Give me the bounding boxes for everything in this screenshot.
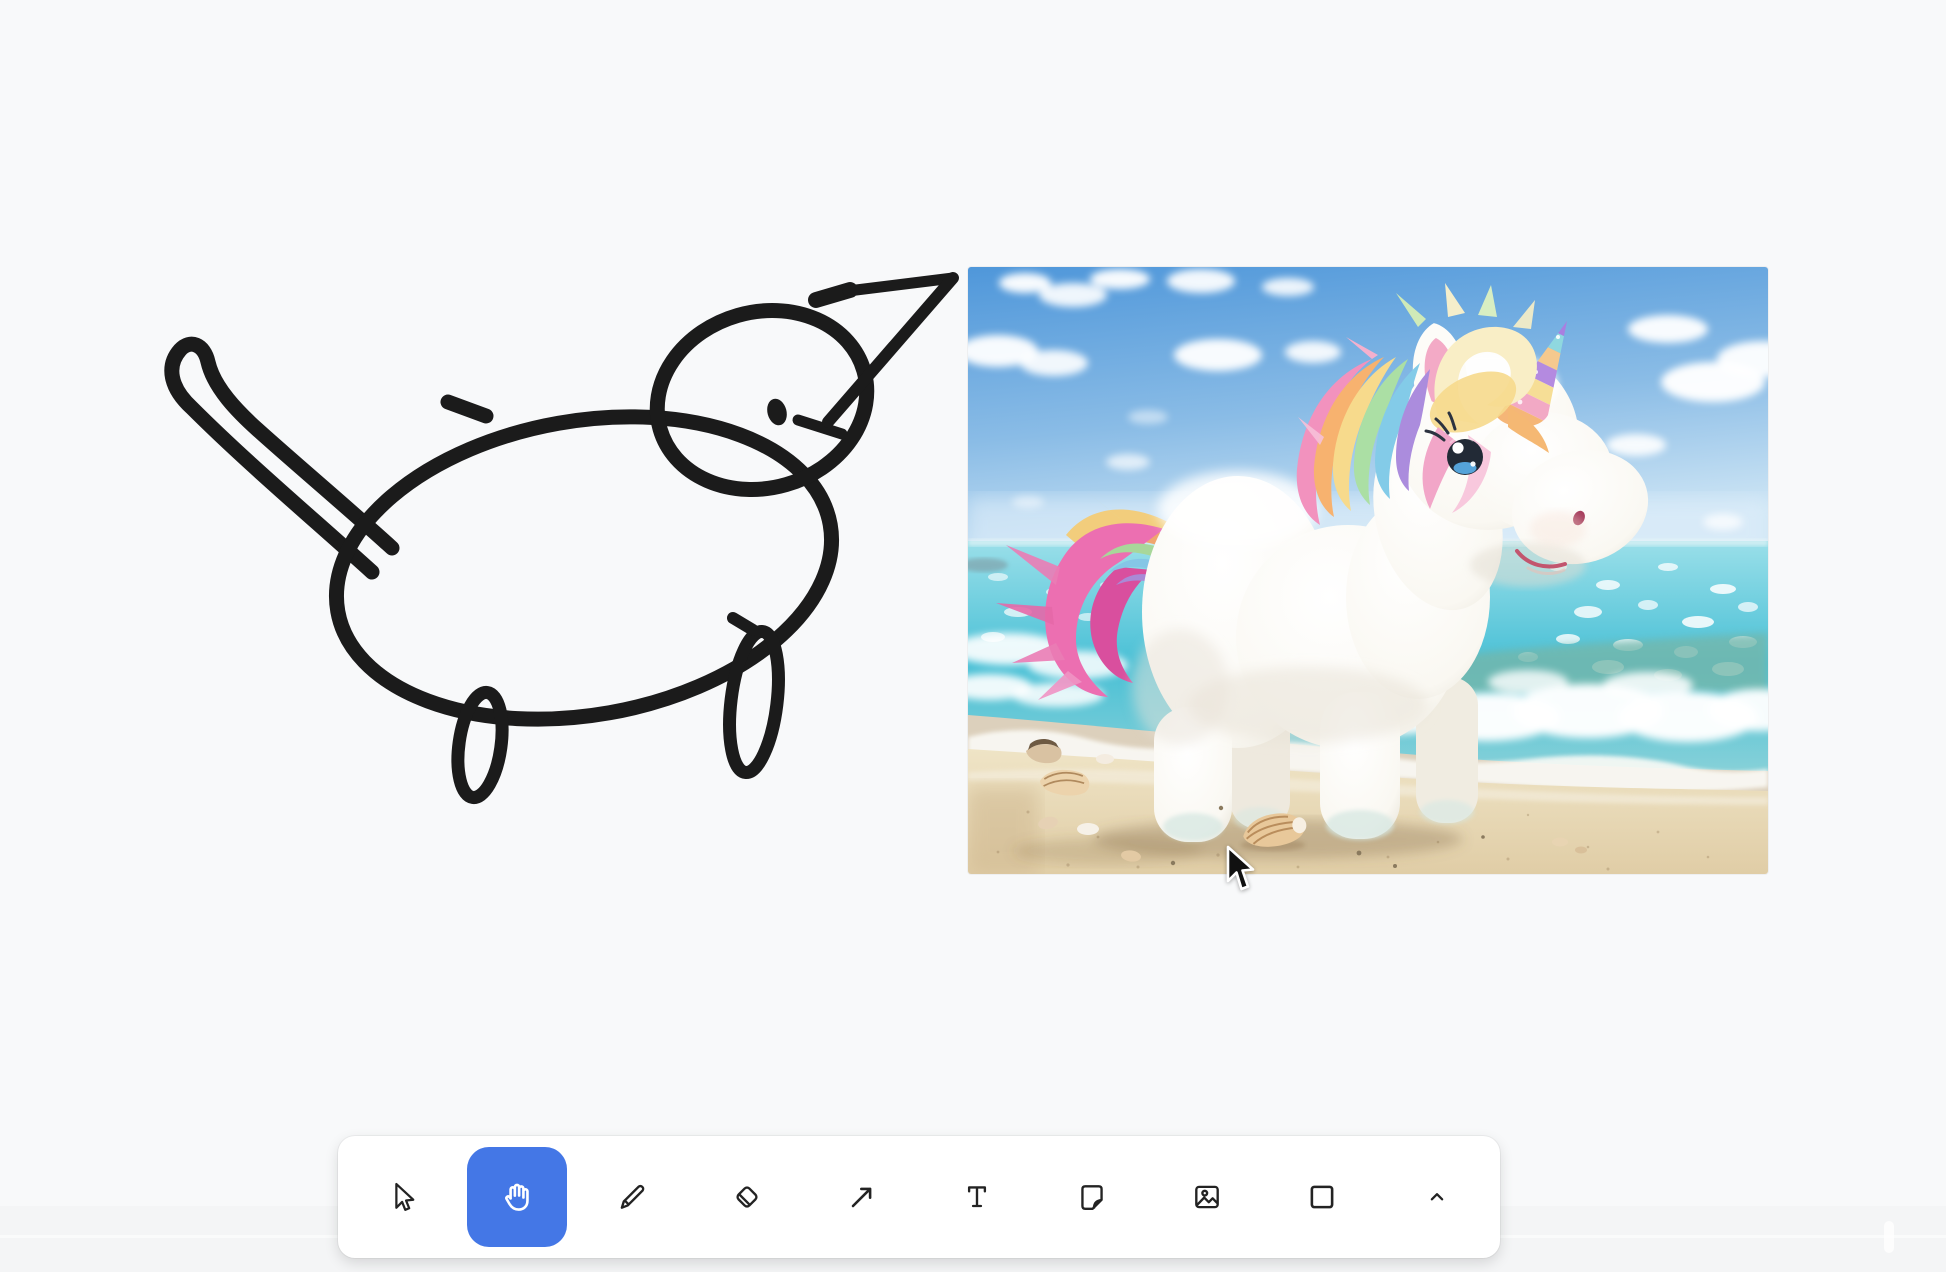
text-icon: [959, 1179, 995, 1215]
image-icon: [1189, 1179, 1225, 1215]
hand-tool-button[interactable]: [467, 1147, 567, 1247]
progress-handle: [1884, 1221, 1894, 1253]
eraser-tool-button[interactable]: [697, 1147, 797, 1247]
note-tool-button[interactable]: [1042, 1147, 1142, 1247]
chevron-up-icon: [1422, 1182, 1452, 1212]
unicorn-photo[interactable]: [968, 267, 1768, 874]
rectangle-tool-button[interactable]: [1272, 1147, 1372, 1247]
hand-icon: [498, 1178, 536, 1216]
doodle-leg-tick: [733, 618, 753, 630]
pencil-icon: [614, 1179, 650, 1215]
image-tool-button[interactable]: [1157, 1147, 1257, 1247]
doodle-back-tick: [448, 402, 486, 416]
rectangle-icon: [1304, 1179, 1340, 1215]
whiteboard-canvas[interactable]: [0, 0, 1946, 1272]
select-tool-button[interactable]: [352, 1147, 452, 1247]
more-tools-button[interactable]: [1387, 1147, 1487, 1247]
cursor-icon: [384, 1179, 420, 1215]
eraser-icon: [729, 1179, 765, 1215]
arrow-icon: [844, 1179, 880, 1215]
text-tool-button[interactable]: [927, 1147, 1027, 1247]
unicorn-doodle-sketch[interactable]: [150, 250, 970, 850]
toolbar: [338, 1136, 1500, 1258]
arrow-tool-button[interactable]: [812, 1147, 912, 1247]
draw-tool-button[interactable]: [582, 1147, 682, 1247]
note-icon: [1074, 1179, 1110, 1215]
doodle-eye: [764, 397, 789, 428]
